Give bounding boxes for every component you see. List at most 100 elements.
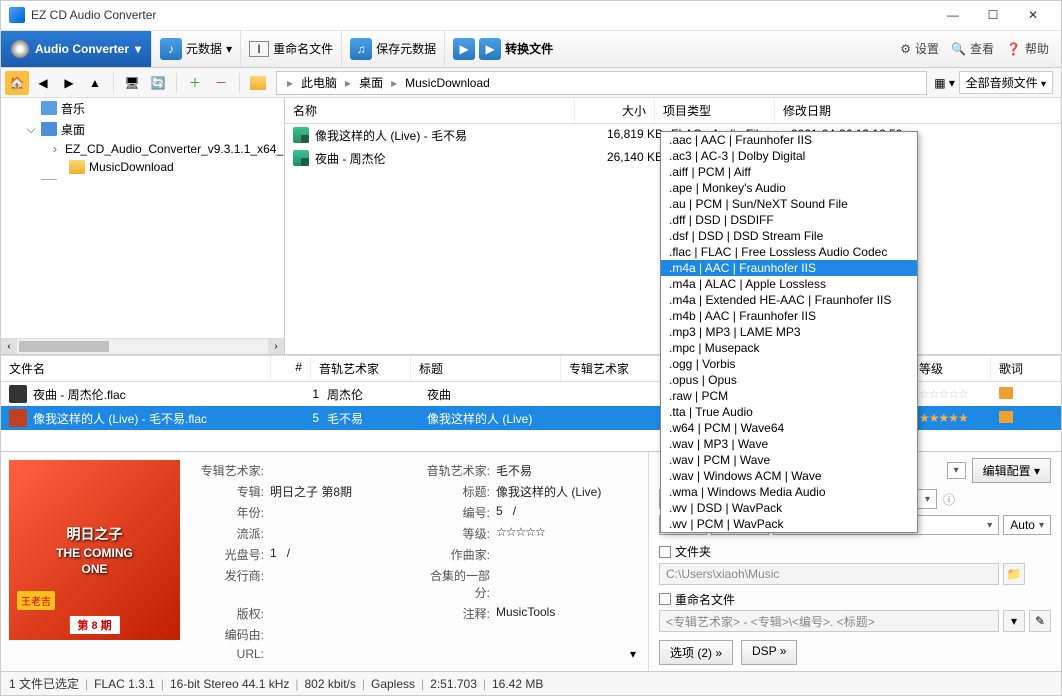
col-size[interactable]: 大小 xyxy=(575,98,655,123)
pattern-edit-button[interactable]: ✎ xyxy=(1029,610,1051,632)
rating-stars[interactable]: ★★★★★ xyxy=(919,411,999,425)
pattern-dropdown-button[interactable]: ▾ xyxy=(1003,610,1025,632)
tree-item-desktop[interactable]: ⌵桌面 xyxy=(1,119,284,140)
browse-folder-button[interactable]: 📁 xyxy=(1003,563,1025,585)
remove-button[interactable]: － xyxy=(209,71,233,95)
folder-tree[interactable]: 音乐 ⌵桌面 ›EZ_CD_Audio_Converter_v9.3.1.1_x… xyxy=(1,98,285,354)
lyrics-icon[interactable] xyxy=(999,387,1013,399)
format-option[interactable]: .ac3 | AC-3 | Dolby Digital xyxy=(661,148,917,164)
lyrics-icon[interactable] xyxy=(999,411,1013,423)
rename-checkbox[interactable]: 重命名文件 xyxy=(659,591,735,608)
help-link[interactable]: ❓ 帮助 xyxy=(1006,40,1049,57)
format-option[interactable]: .dsf | DSD | DSD Stream File xyxy=(661,228,917,244)
col-num[interactable]: # xyxy=(271,356,311,381)
nav-toolbar: 🏠 ◀ ▶ ▲ 🖥 🔄 ＋ － ▸ 此电脑 ▸ 桌面 ▸ MusicDownlo… xyxy=(1,68,1061,98)
up-button[interactable]: ▲ xyxy=(83,71,107,95)
format-option[interactable]: .flac | FLAC | Free Lossless Audio Codec xyxy=(661,244,917,260)
format-option[interactable]: .mpc | Musepack xyxy=(661,340,917,356)
format-option[interactable]: .au | PCM | Sun/NeXT Sound File xyxy=(661,196,917,212)
info-icon[interactable]: ⓘ xyxy=(943,491,955,508)
dropdown-arrow-icon: ▾ xyxy=(135,42,141,56)
breadcrumb-item[interactable]: MusicDownload xyxy=(401,76,494,90)
format-option[interactable]: .mp3 | MP3 | LAME MP3 xyxy=(661,324,917,340)
title-bar: EZ CD Audio Converter — ☐ ✕ xyxy=(1,1,1061,31)
col-artist[interactable]: 音轨艺术家 xyxy=(311,356,411,381)
format-option[interactable]: .wav | Windows ACM | Wave xyxy=(661,468,917,484)
format-option[interactable]: .opus | Opus xyxy=(661,372,917,388)
view-link[interactable]: 🔍 查看 xyxy=(951,40,994,57)
rename-icon: I xyxy=(249,41,269,57)
format-option[interactable]: .wv | DSD | WavPack xyxy=(661,500,917,516)
settings-link[interactable]: ⚙ 设置 xyxy=(900,40,939,57)
format-option[interactable]: .tta | True Audio xyxy=(661,404,917,420)
view-mode-button[interactable]: ▦ ▾ xyxy=(933,71,957,95)
audio-converter-button[interactable]: Audio Converter ▾ xyxy=(1,31,151,68)
folder-icon xyxy=(250,76,266,90)
breadcrumb[interactable]: ▸ 此电脑 ▸ 桌面 ▸ MusicDownload xyxy=(276,71,927,95)
file-filter-combo[interactable]: 全部音频文件 ▾ xyxy=(959,71,1053,94)
album-art-text: 明日之子THE COMING ONE xyxy=(52,524,138,576)
add-button[interactable]: ＋ xyxy=(183,71,207,95)
refresh-button[interactable]: 🔄 xyxy=(146,71,170,95)
close-button[interactable]: ✕ xyxy=(1013,1,1053,29)
forward-button[interactable]: ▶ xyxy=(57,71,81,95)
options-button[interactable]: 选项 (2) » xyxy=(659,640,733,665)
rating-stars[interactable]: ☆☆☆☆☆ xyxy=(496,525,636,542)
format-option[interactable]: .m4a | Extended HE-AAC | Fraunhofer IIS xyxy=(661,292,917,308)
album-art[interactable]: 王老吉 明日之子THE COMING ONE 第 8 期 xyxy=(9,460,180,640)
folder-path-input[interactable] xyxy=(659,563,999,585)
tree-hscrollbar[interactable]: ‹› xyxy=(1,338,284,354)
save-icon: ♫ xyxy=(350,38,372,60)
tree-item-folder[interactable]: ›EZ_CD_Audio_Converter_v9.3.1.1_x64_L xyxy=(1,140,284,158)
format-option[interactable]: .aiff | PCM | Aiff xyxy=(661,164,917,180)
col-rating[interactable]: 等级 xyxy=(911,356,991,381)
format-option[interactable]: .dff | DSD | DSDIFF xyxy=(661,212,917,228)
window-title: EZ CD Audio Converter xyxy=(31,8,933,22)
col-lyrics[interactable]: 歌词 xyxy=(991,356,1061,381)
col-type[interactable]: 项目类型 xyxy=(655,98,775,123)
tree-item-folder[interactable]: MusicDownload xyxy=(1,158,284,176)
flac-icon xyxy=(293,150,309,166)
expand-icon[interactable]: ▾ xyxy=(630,647,636,661)
back-button[interactable]: ◀ xyxy=(31,71,55,95)
col-title[interactable]: 标题 xyxy=(411,356,561,381)
main-toolbar: Audio Converter ▾ ♪ 元数据 ▾ I 重命名文件 ♫ 保存元数… xyxy=(1,31,1061,69)
folder-checkbox[interactable]: 文件夹 xyxy=(659,543,711,560)
maximize-button[interactable]: ☐ xyxy=(973,1,1013,29)
format-option[interactable]: .wav | PCM | Wave xyxy=(661,452,917,468)
format-option[interactable]: .m4a | ALAC | Apple Lossless xyxy=(661,276,917,292)
metadata-button[interactable]: ♪ 元数据 ▾ xyxy=(151,31,240,68)
tree-item-music[interactable]: 音乐 xyxy=(1,98,284,119)
format-option[interactable]: .wav | MP3 | Wave xyxy=(661,436,917,452)
album-period: 第 8 期 xyxy=(69,616,119,634)
edit-config-button[interactable]: 编辑配置 ▾ xyxy=(972,458,1051,483)
format-option[interactable]: .raw | PCM xyxy=(661,388,917,404)
format-option[interactable]: .wma | Windows Media Audio xyxy=(661,484,917,500)
format-option[interactable]: .ape | Monkey's Audio xyxy=(661,180,917,196)
home-button[interactable]: 🏠 xyxy=(5,71,29,95)
col-name[interactable]: 名称 xyxy=(285,98,575,123)
auto-combo[interactable]: Auto ▾ xyxy=(1003,515,1051,535)
save-metadata-button[interactable]: ♫ 保存元数据 xyxy=(341,31,444,68)
format-dropdown-list[interactable]: .aac | AAC | Fraunhofer IIS.ac3 | AC-3 |… xyxy=(660,131,918,533)
breadcrumb-item[interactable]: 桌面 xyxy=(355,74,387,91)
minimize-button[interactable]: — xyxy=(933,1,973,29)
format-option[interactable]: .m4a | AAC | Fraunhofer IIS xyxy=(661,260,917,276)
dropdown-arrow-icon: ▾ xyxy=(226,42,232,56)
format-option[interactable]: .w64 | PCM | Wave64 xyxy=(661,420,917,436)
format-option[interactable]: .wv | PCM | WavPack xyxy=(661,516,917,532)
rename-button[interactable]: I 重命名文件 xyxy=(240,31,341,68)
rating-stars[interactable]: ☆☆☆☆☆ xyxy=(919,387,999,401)
dropdown-placeholder[interactable]: ▾ xyxy=(947,462,966,479)
format-option[interactable]: .m4b | AAC | Fraunhofer IIS xyxy=(661,308,917,324)
dsp-button[interactable]: DSP » xyxy=(741,640,797,665)
rename-pattern-input[interactable] xyxy=(659,610,999,632)
format-option[interactable]: .aac | AAC | Fraunhofer IIS xyxy=(661,132,917,148)
col-file[interactable]: 文件名 xyxy=(1,356,271,381)
tree-item-drive[interactable]: ›系统区 (C:) xyxy=(1,176,284,180)
col-date[interactable]: 修改日期 xyxy=(775,98,1061,123)
convert-button[interactable]: ▶ ▶ 转换文件 xyxy=(444,31,561,68)
format-option[interactable]: .ogg | Vorbis xyxy=(661,356,917,372)
desktop-button[interactable]: 🖥 xyxy=(120,71,144,95)
breadcrumb-item[interactable]: 此电脑 xyxy=(297,74,341,91)
